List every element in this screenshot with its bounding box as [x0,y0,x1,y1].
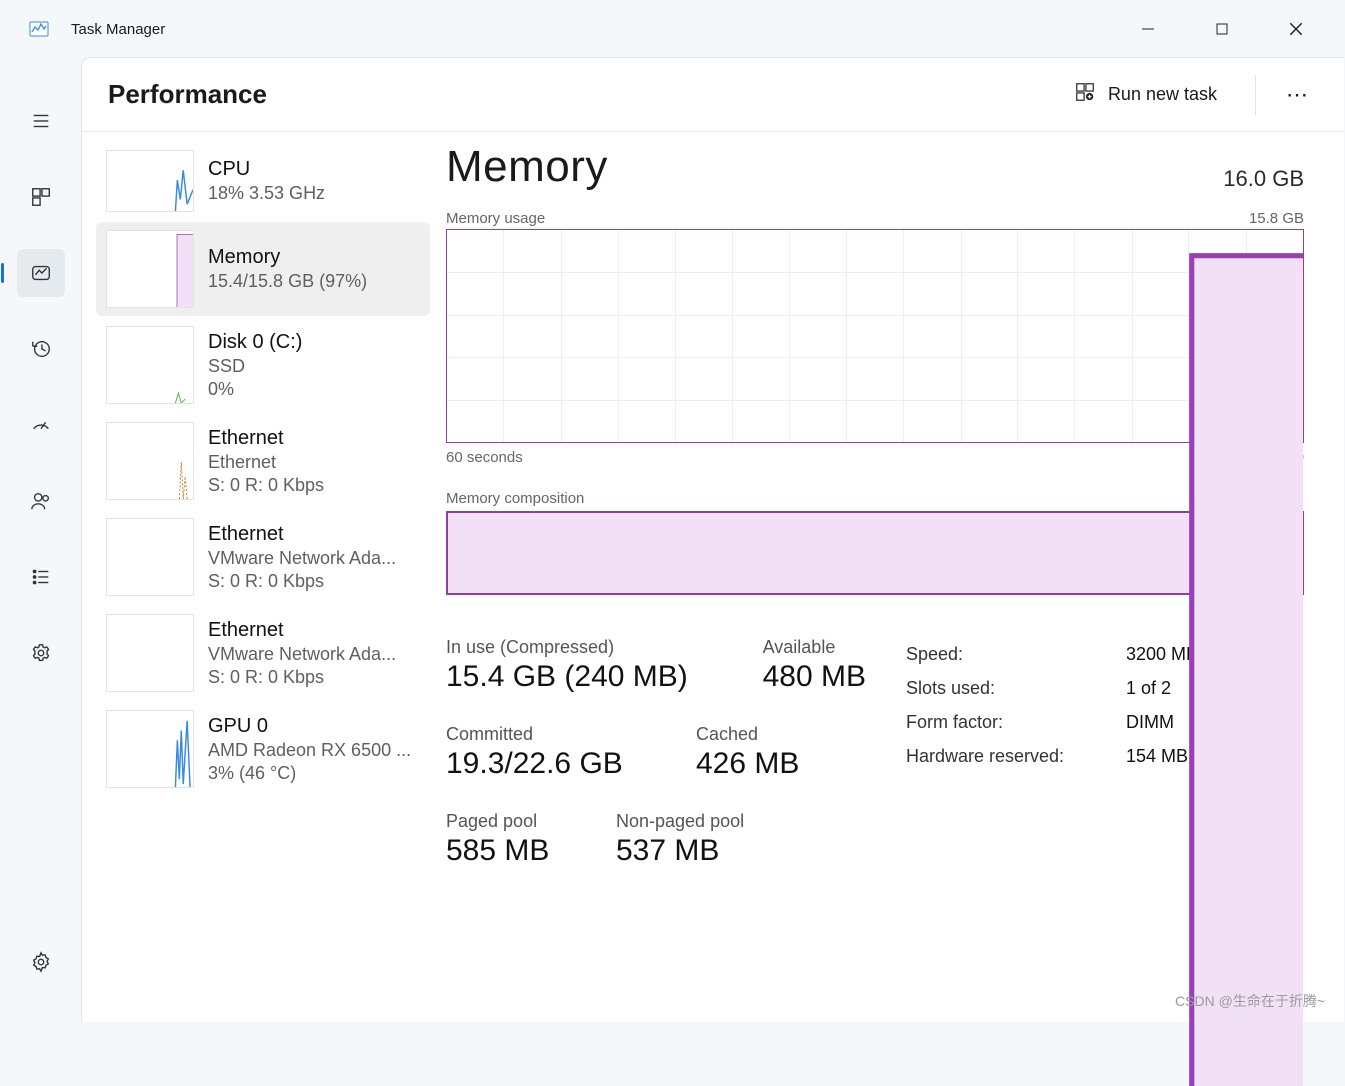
resource-item-gpu0[interactable]: GPU 0AMD Radeon RX 6500 ...3% (46 °C) [96,702,430,796]
nav-startup[interactable] [17,401,65,449]
resource-sub: AMD Radeon RX 6500 ... [208,740,411,761]
detail-title: Memory [446,142,608,192]
resource-name: CPU [208,158,325,181]
memory-usage-chart [446,229,1304,443]
resource-sub2: 0% [208,379,302,400]
maximize-button[interactable] [1208,15,1236,43]
watermark: CSDN @生命在于折腾~ [1175,991,1325,1011]
resource-sub: Ethernet [208,452,324,473]
disk-thumb [106,326,194,404]
page-header: Performance Run new task ⋯ [82,58,1344,132]
minimize-button[interactable] [1134,15,1162,43]
nav-performance[interactable] [17,249,65,297]
detail-capacity: 16.0 GB [1223,166,1304,192]
resource-sub: VMware Network Ada... [208,548,396,569]
nav-hamburger[interactable] [17,97,65,145]
resource-list: CPU18% 3.53 GHz Memory15.4/15.8 GB (97%)… [82,132,436,1022]
window-title: Task Manager [71,21,165,38]
resource-item-cpu[interactable]: CPU18% 3.53 GHz [96,142,430,220]
resource-item-eth0[interactable]: EthernetEthernetS: 0 R: 0 Kbps [96,414,430,508]
detail-pane: Memory 16.0 GB Memory usage 15.8 GB [436,132,1344,1022]
nav-settings[interactable] [17,938,65,986]
page-title: Performance [108,79,267,110]
gpu-thumb [106,710,194,788]
titlebar: Task Manager [1,1,1344,57]
resource-name: GPU 0 [208,715,411,738]
resource-name: Memory [208,246,367,269]
memory-thumb [106,230,194,308]
resource-sub: SSD [208,356,302,377]
nav-services[interactable] [17,629,65,677]
run-task-icon [1074,81,1096,108]
eth-thumb [106,518,194,596]
resource-sub: VMware Network Ada... [208,644,396,665]
nav-rail [1,57,81,1022]
resource-sub2: S: 0 R: 0 Kbps [208,667,396,688]
resource-item-memory[interactable]: Memory15.4/15.8 GB (97%) [96,222,430,316]
chart-label-right: 15.8 GB [1249,210,1304,227]
resource-name: Ethernet [208,619,396,642]
nav-details[interactable] [17,553,65,601]
more-button[interactable]: ⋯ [1255,75,1318,115]
chart-label-left: Memory usage [446,210,545,227]
cpu-thumb [106,150,194,212]
app-icon [29,19,49,39]
nav-app-history[interactable] [17,325,65,373]
run-task-label: Run new task [1108,84,1217,105]
resource-name: Ethernet [208,427,324,450]
nav-users[interactable] [17,477,65,525]
resource-name: Ethernet [208,523,396,546]
resource-name: Disk 0 (C:) [208,331,302,354]
resource-sub2: S: 0 R: 0 Kbps [208,571,396,592]
resource-item-disk0[interactable]: Disk 0 (C:)SSD0% [96,318,430,412]
eth-thumb [106,614,194,692]
close-button[interactable] [1282,15,1310,43]
resource-item-eth1[interactable]: EthernetVMware Network Ada...S: 0 R: 0 K… [96,510,430,604]
resource-item-eth2[interactable]: EthernetVMware Network Ada...S: 0 R: 0 K… [96,606,430,700]
eth-thumb [106,422,194,500]
resource-sub2: 3% (46 °C) [208,763,411,784]
resource-sub: 18% 3.53 GHz [208,183,325,204]
resource-sub: 15.4/15.8 GB (97%) [208,271,367,292]
nav-processes[interactable] [17,173,65,221]
resource-sub2: S: 0 R: 0 Kbps [208,475,324,496]
run-new-task-button[interactable]: Run new task [1060,81,1231,108]
